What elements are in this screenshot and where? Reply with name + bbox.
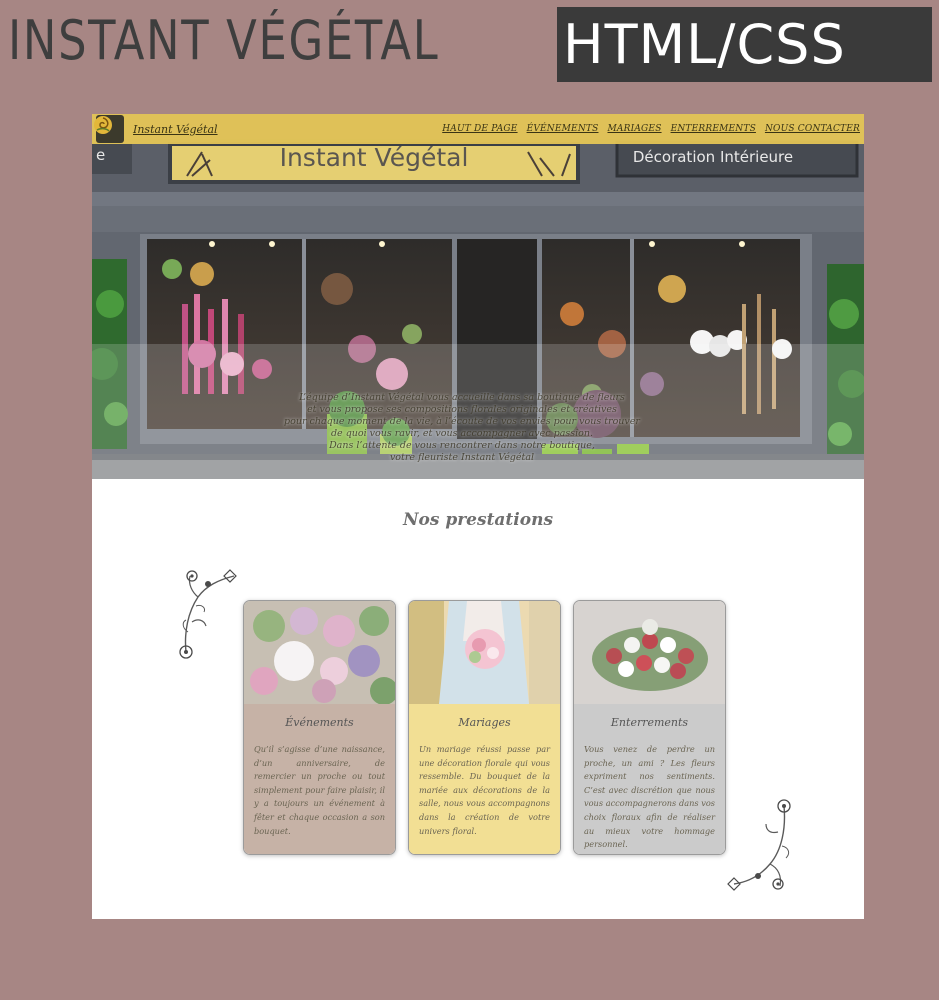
card-title: Enterrements [610, 716, 689, 729]
banner-title: INSTANT VÉGÉTAL [8, 9, 440, 72]
rose-logo-icon[interactable] [94, 115, 124, 143]
left-sign-text: e [96, 146, 105, 164]
side-sign-text: Décoration Intérieure [633, 148, 793, 166]
card-text: Vous venez de perdre un proche, un ami ?… [584, 744, 715, 850]
hero-text-line: votre fleuriste Instant Végétal [389, 452, 535, 463]
hero-storefront: Instant Végétal Décoration Intérieure e [92, 114, 864, 479]
nav-link-events[interactable]: ÉVÉNEMENTS [527, 124, 599, 134]
nav-link-funerals[interactable]: ENTERREMENTS [671, 124, 756, 134]
hero-text-line: pour chaque moment de la vie, à l’écoute… [284, 416, 640, 427]
card-weddings[interactable]: Mariages Un mariage réussi passe par une… [408, 600, 561, 855]
hero-text-line: L’équipe d’Instant Végétal vous accueill… [299, 392, 625, 403]
floral-corner-ornament-icon [179, 569, 237, 659]
website-screenshot: Instant Végétal Décoration Intérieure e [92, 114, 864, 919]
card-title: Événements [285, 716, 354, 729]
card-text: Qu’il s’agisse d’une naissance, d’un ann… [254, 744, 385, 836]
card-title: Mariages [458, 716, 511, 729]
card-events[interactable]: Événements Qu’il s’agisse d’une naissanc… [243, 600, 396, 855]
card-funerals-photo [574, 601, 725, 704]
main-nav: HAUT DE PAGE ÉVÉNEMENTS MARIAGES ENTERRE… [442, 124, 864, 134]
brand-link[interactable]: Instant Végétal [133, 123, 218, 136]
section-title: Nos prestations [402, 510, 554, 530]
hero-text-line: et vous propose ses compositions florale… [307, 404, 617, 415]
site-navbar: Instant Végétal HAUT DE PAGE ÉVÉNEMENTS … [92, 114, 864, 144]
card-events-body: Événements Qu’il s’agisse d’une naissanc… [244, 704, 395, 854]
card-events-photo [244, 601, 395, 704]
nav-link-top[interactable]: HAUT DE PAGE [442, 124, 517, 134]
card-text: Un mariage réussi passe par une décorati… [419, 744, 550, 836]
card-funerals[interactable]: Enterrements Vous venez de perdre un pro… [573, 600, 726, 855]
card-weddings-photo [409, 601, 560, 704]
card-funerals-body: Enterrements Vous venez de perdre un pro… [574, 704, 725, 854]
service-cards: Événements Qu’il s’agisse d’une naissanc… [243, 600, 726, 855]
shop-sign-text: Instant Végétal [280, 143, 469, 172]
banner-tag: HTML/CSS [557, 7, 932, 82]
floral-corner-ornament-icon [727, 799, 791, 891]
nav-link-contact[interactable]: NOUS CONTACTER [765, 124, 860, 134]
card-weddings-body: Mariages Un mariage réussi passe par une… [409, 704, 560, 854]
hero-welcome-text: L’équipe d’Instant Végétal vous accueill… [202, 392, 722, 464]
hero-text-line: de quoi vous ravir, et vous accompagner … [330, 428, 594, 439]
nav-link-weddings[interactable]: MARIAGES [607, 124, 661, 134]
hero-text-line: Dans l’attente de vous rencontrer dans n… [329, 440, 595, 451]
